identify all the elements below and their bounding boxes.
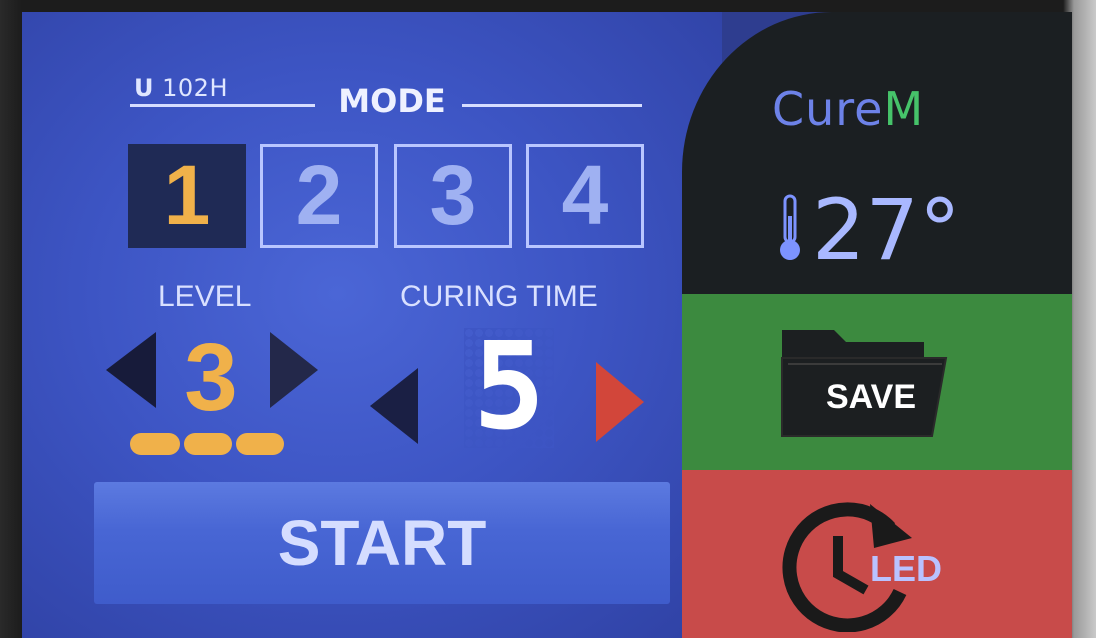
save-label: SAVE	[825, 378, 917, 416]
start-button[interactable]: START	[94, 482, 670, 604]
header-divider-left	[130, 104, 315, 107]
brand-logo: CureM	[772, 82, 924, 136]
level-increase-arrow[interactable]	[270, 332, 318, 408]
brand-part-2: M	[883, 82, 925, 136]
level-bar-segment-2	[184, 433, 232, 455]
curing-time-value: 5	[464, 328, 554, 448]
brand-part-1: Cure	[772, 82, 884, 136]
model-number: 102H	[162, 74, 228, 102]
temperature-value: 27°	[812, 181, 961, 279]
header-divider-right	[462, 104, 642, 107]
touch-screen: U 102H MODE 1 2 3 4 LEVEL 3 CURING TIME …	[22, 12, 1072, 638]
mode-title: MODE	[338, 82, 446, 120]
level-label: LEVEL	[158, 280, 252, 313]
model-prefix: U	[134, 74, 154, 102]
level-bar-segment-3	[236, 433, 284, 455]
time-increase-arrow[interactable]	[596, 362, 644, 442]
model-label: U 102H	[134, 74, 228, 102]
mode-button-1[interactable]: 1	[128, 144, 246, 248]
mode-button-3[interactable]: 3	[394, 144, 512, 248]
time-decrease-arrow[interactable]	[370, 368, 418, 444]
level-decrease-arrow[interactable]	[106, 332, 156, 408]
curing-time-label: CURING TIME	[400, 280, 598, 313]
mode-button-2[interactable]: 2	[260, 144, 378, 248]
led-label: LED	[870, 548, 942, 589]
level-bar-segment-1	[130, 433, 180, 455]
mode-button-4[interactable]: 4	[526, 144, 644, 248]
thermometer-icon	[780, 194, 800, 260]
level-value: 3	[184, 324, 238, 431]
